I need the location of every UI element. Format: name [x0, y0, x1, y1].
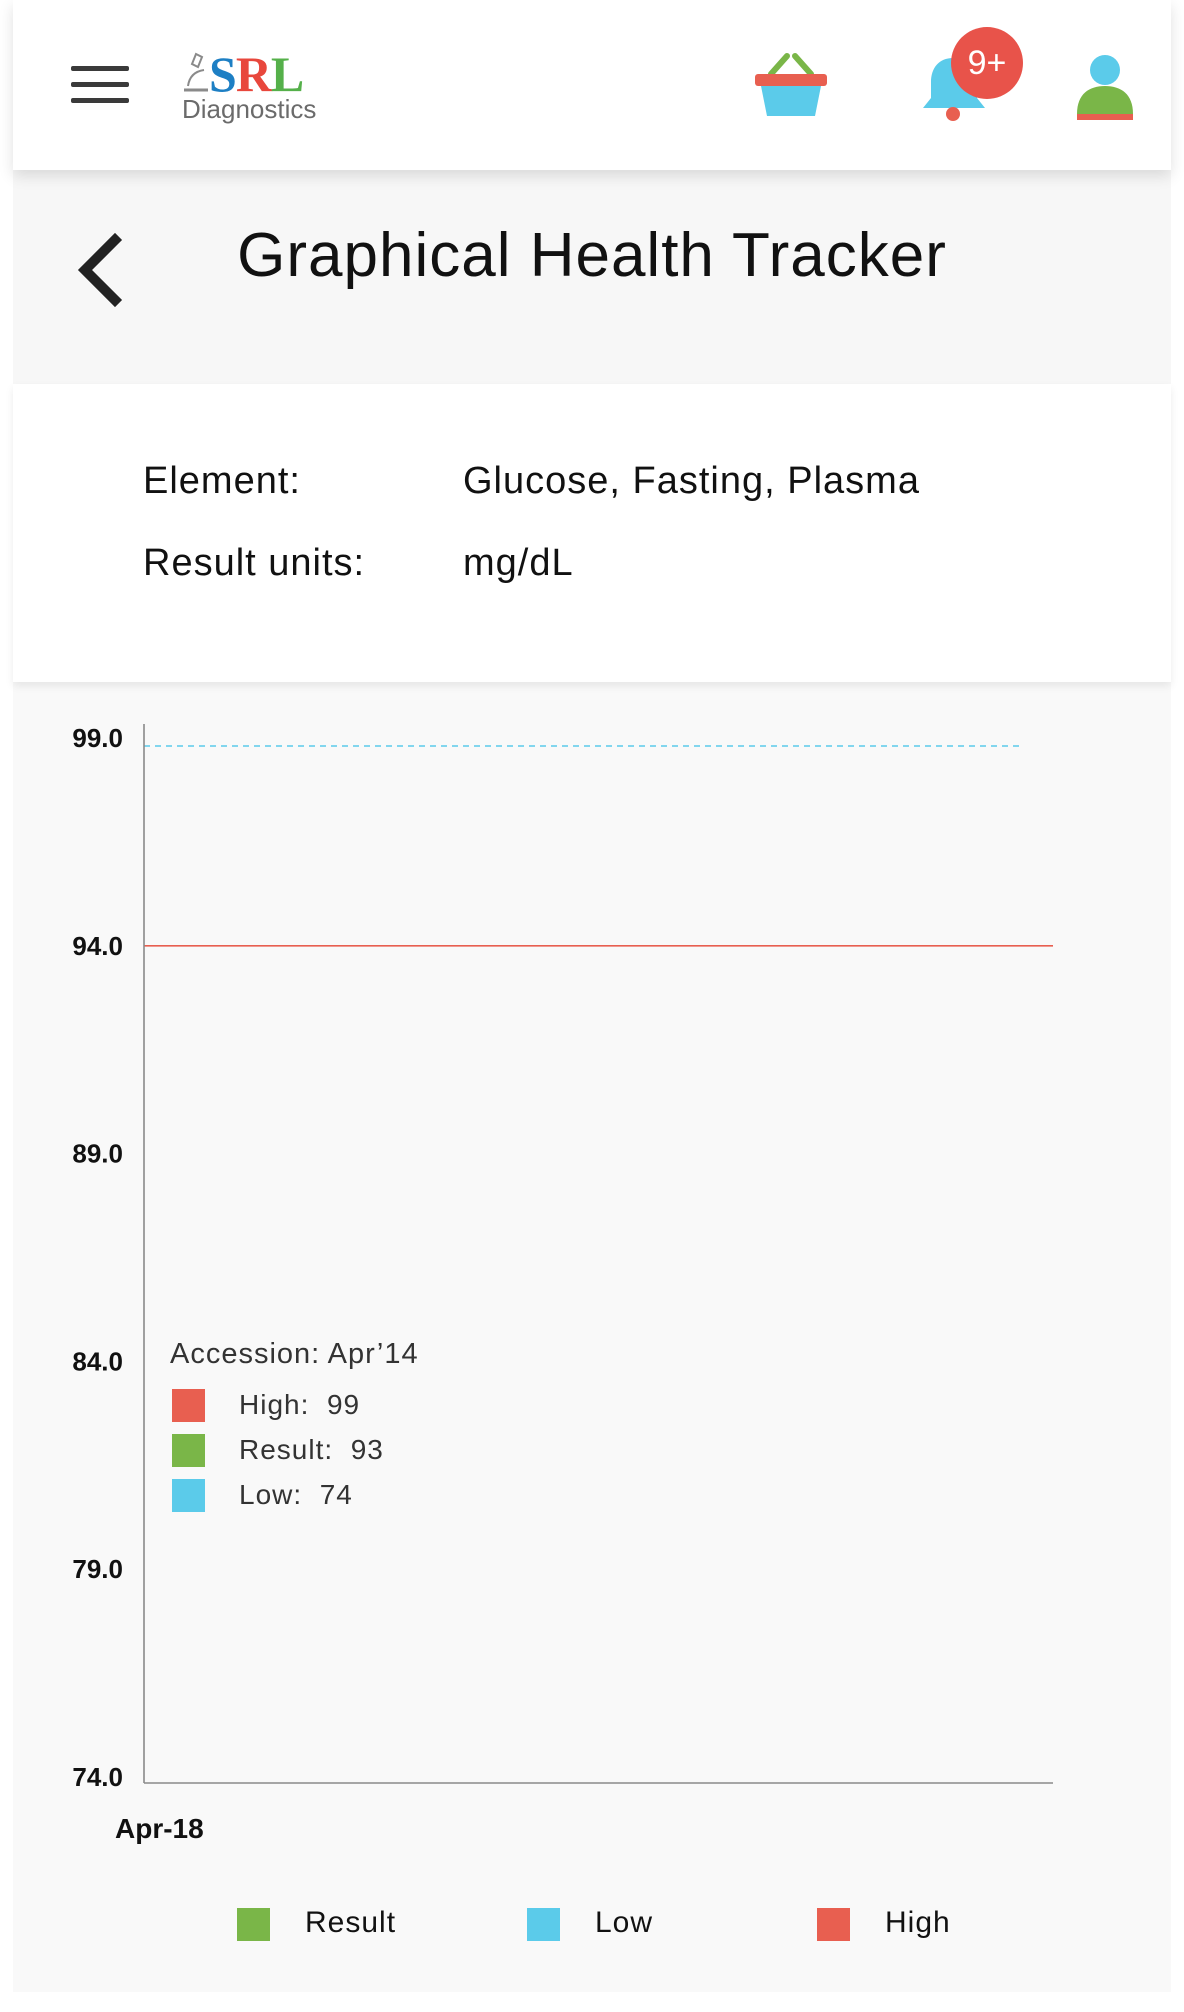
srl-logo[interactable]: SRL Diagnostics	[165, 46, 335, 126]
x-tick-label: Apr-18	[115, 1813, 204, 1844]
tooltip-row-low: Low: 74	[170, 1475, 490, 1520]
element-value: Glucose, Fasting, Plasma	[463, 460, 920, 502]
result-swatch	[172, 1434, 205, 1467]
y-tick-label: 74.0	[72, 1762, 123, 1792]
user-icon[interactable]	[1073, 54, 1137, 122]
notification-badge[interactable]: 9+	[951, 27, 1023, 99]
y-tick-label: 79.0	[72, 1554, 123, 1584]
legend-label-result: Result	[305, 1906, 397, 1939]
legend-swatch-high	[817, 1908, 850, 1941]
tooltip-result-label: Result:	[239, 1434, 334, 1465]
health-chart[interactable]: 99.0 94.0 89.0 84.0 79.0 74.0 Apr-18	[13, 682, 1171, 1992]
cart-icon[interactable]	[751, 52, 831, 122]
logo-subtitle: Diagnostics	[182, 94, 317, 124]
menu-icon[interactable]	[61, 60, 135, 110]
tooltip-high-value: 99	[326, 1389, 361, 1420]
low-swatch	[172, 1479, 205, 1512]
legend-swatch-result	[237, 1908, 270, 1941]
chart-legend: Result Low High	[13, 1902, 1171, 1952]
page-title: Graphical Health Tracker	[237, 221, 947, 290]
legend-swatch-low	[527, 1908, 560, 1941]
units-label: Result units:	[143, 542, 366, 584]
legend-label-low: Low	[595, 1906, 654, 1939]
chart-panel: 99.0 94.0 89.0 84.0 79.0 74.0 Apr-18 Accession…	[13, 682, 1171, 1992]
legend-label-high: High	[885, 1906, 951, 1939]
tooltip-row-result: Result: 93	[170, 1430, 490, 1475]
y-tick-label: 99.0	[72, 723, 123, 753]
chart-tooltip: Accession: Apr’14 High: 99 Result: 93 Lo…	[170, 1338, 490, 1520]
element-label: Element:	[143, 460, 301, 502]
title-bar: Graphical Health Tracker	[13, 170, 1171, 384]
high-swatch	[172, 1389, 205, 1422]
tooltip-low-value: 74	[319, 1479, 353, 1510]
tooltip-row-high: High: 99	[170, 1385, 490, 1430]
test-details-card: Element: Glucose, Fasting, Plasma Result …	[13, 384, 1171, 682]
units-row: Result units: mg/dL	[143, 542, 574, 585]
tooltip-header: Accession: Apr’14	[170, 1338, 419, 1370]
units-value: mg/dL	[463, 542, 574, 584]
tooltip-high-label: High:	[239, 1389, 310, 1420]
y-tick-label: 94.0	[72, 931, 123, 961]
tooltip-low-label: Low:	[239, 1479, 303, 1510]
app-bar: SRL Diagnostics 9+	[13, 0, 1171, 170]
element-row: Element: Glucose, Fasting, Plasma	[143, 460, 920, 503]
y-tick-label: 89.0	[72, 1139, 123, 1169]
tooltip-result-value: 93	[350, 1434, 384, 1465]
microscope-icon	[184, 52, 208, 92]
y-tick-label: 84.0	[72, 1346, 123, 1376]
